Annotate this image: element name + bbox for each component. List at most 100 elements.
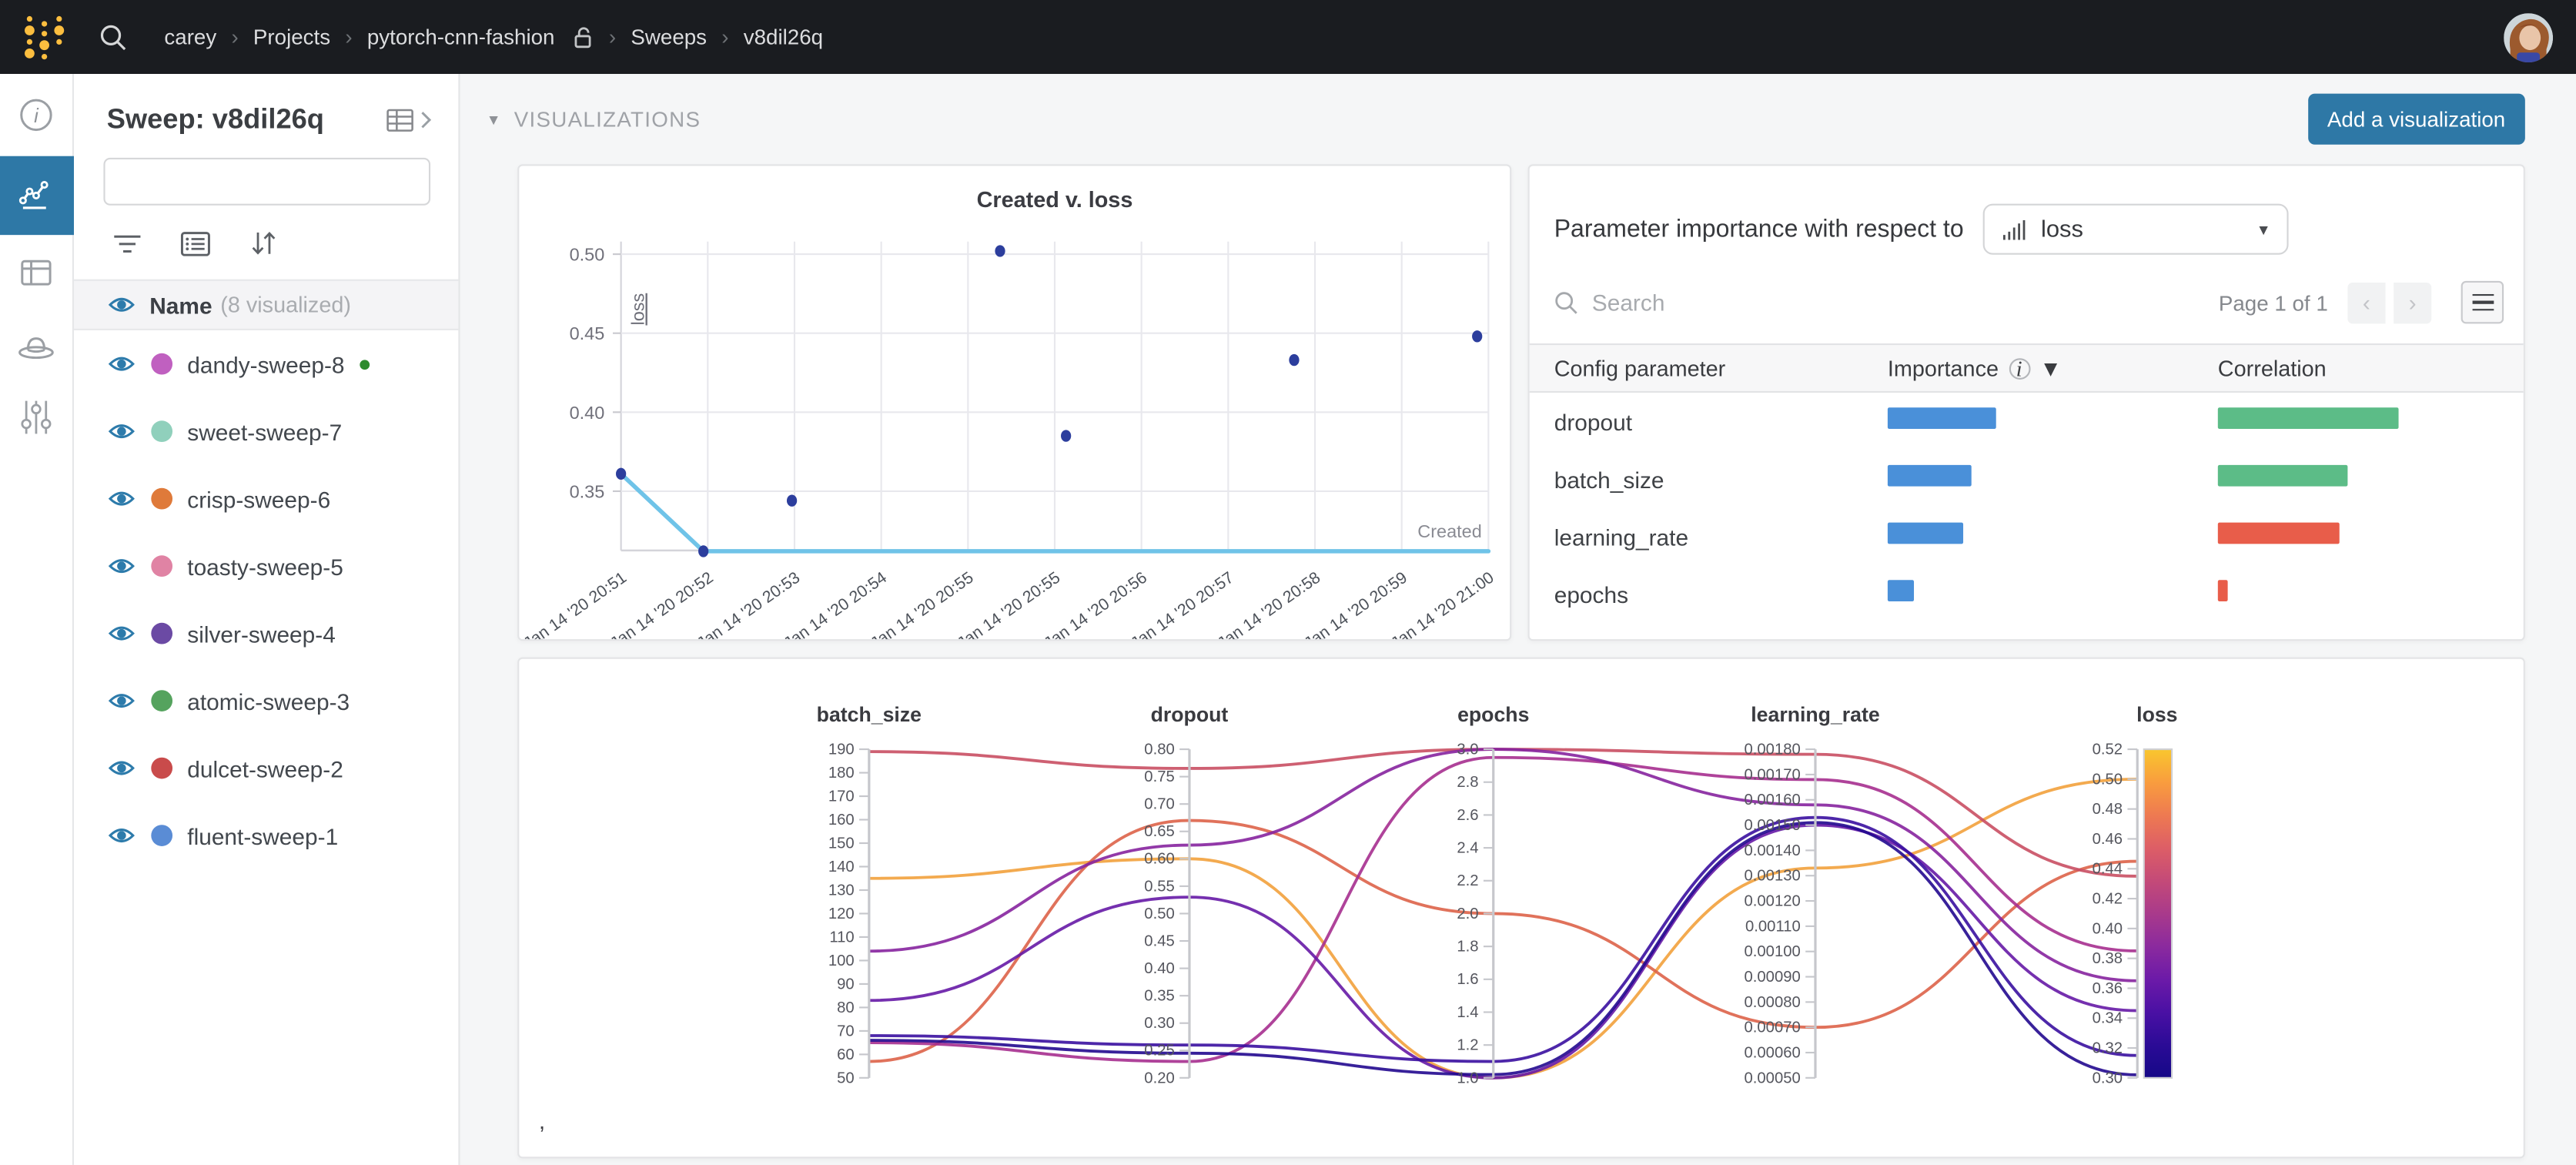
config-parameter-column-header[interactable]: Config parameter [1554,356,1888,380]
run-row[interactable]: dandy-sweep-8 [74,330,458,397]
add-visualization-button[interactable]: Add a visualization [2307,94,2525,145]
axis-tick-label: 0.55 [1144,878,1174,895]
axis-tick-label: 0.30 [1144,1015,1174,1032]
axis-tick-label: 60 [837,1046,855,1063]
open-table-button[interactable] [386,108,432,132]
breadcrumb-entity[interactable]: carey [164,25,216,49]
name-column-label: Name [149,292,212,318]
sliders-icon [16,396,55,438]
breadcrumb-separator: › [231,25,238,49]
scatter-point [1289,354,1299,366]
breadcrumb-separator: › [345,25,352,49]
breadcrumb-project[interactable]: pytorch-cnn-fashion [367,25,555,49]
hyperparameters-tab[interactable] [0,380,73,455]
axis-tick-label: 0.45 [1144,932,1174,949]
run-name[interactable]: fluent-sweep-1 [187,822,338,849]
eye-icon[interactable] [109,624,135,642]
breadcrumb-sweeps[interactable]: Sweeps [631,25,707,49]
axis-tick-label: 0.50 [2093,771,2123,788]
run-name[interactable]: toasty-sweep-5 [187,553,343,579]
collapse-section-icon[interactable]: ▼ [487,111,501,127]
top-navbar: carey › Projects › pytorch-cnn-fashion ›… [0,0,2576,74]
breadcrumb-projects[interactable]: Projects [253,25,330,49]
axis-learning_rate: learning_rate0.001800.001700.001600.0015… [1745,703,1880,1086]
run-row[interactable]: silver-sweep-4 [74,600,458,667]
filter-runs-button[interactable] [113,233,141,254]
correlation-column-header[interactable]: Correlation [2218,356,2524,380]
next-page-button[interactable]: › [2394,282,2431,323]
importance-table-header: Config parameter Importance i ▼ Correlat… [1530,343,2524,393]
run-row[interactable]: dulcet-sweep-2 [74,735,458,802]
axis-tick-label: 0.65 [1144,823,1174,840]
filter-icon [113,233,141,254]
axis-tick-label: 0.00050 [1745,1070,1801,1086]
run-name[interactable]: sweet-sweep-7 [187,418,342,444]
axis-tick-label: 0.52 [2093,741,2123,758]
run-row[interactable]: sweet-sweep-7 [74,397,458,464]
correlation-bar [2218,579,2228,601]
axis-tick-label: 170 [828,788,855,805]
runs-search-input[interactable] [130,169,420,194]
group-runs-button[interactable] [181,231,210,256]
run-name[interactable]: atomic-sweep-3 [187,688,350,714]
eye-icon[interactable] [109,422,135,440]
parallel-coordinates-chart[interactable]: batch_size190180170160150140130120110100… [519,659,2523,1157]
overview-tab[interactable]: i [0,77,73,152]
previous-page-button[interactable]: ‹ [2347,282,2385,323]
metric-select[interactable]: loss ▼ [1983,204,2289,255]
importance-bar [1888,464,1972,486]
axis-tick-label: 0.00120 [1745,892,1801,909]
runs-name-header[interactable]: Name (8 visualized) [74,280,458,330]
panel-menu-button[interactable] [2461,281,2504,323]
axis-tick-label: 0.00170 [1745,766,1801,783]
search-icon[interactable] [99,22,128,52]
axis-tick-label: 0.30 [2093,1070,2123,1086]
avatar[interactable] [2504,12,2553,62]
parallel-coordinates-panel: batch_size190180170160150140130120110100… [517,658,2525,1159]
sort-runs-button[interactable] [249,230,277,256]
axis-dropout: dropout0.800.750.700.650.600.550.500.450… [1144,703,1228,1086]
loss-colorbar [2144,749,2172,1078]
importance-row[interactable]: batch_size [1530,450,2524,508]
correlation-bar [2218,464,2348,486]
axis-batch_size: batch_size190180170160150140130120110100… [817,703,922,1086]
importance-row[interactable]: dropout [1530,393,2524,450]
eye-icon[interactable] [109,355,135,373]
eye-icon[interactable] [109,557,135,574]
run-row[interactable]: fluent-sweep-1 [74,802,458,869]
run-name[interactable]: silver-sweep-4 [187,621,336,647]
eye-icon[interactable] [109,691,135,709]
breadcrumb-sweep-id[interactable]: v8dil26q [744,25,823,49]
created-vs-loss-chart[interactable]: Created v. loss0.350.400.450.50lossCreat… [519,166,1510,640]
run-row[interactable]: crisp-sweep-6 [74,465,458,532]
table-icon [386,108,415,132]
run-color-dot [151,758,172,779]
eye-icon[interactable] [109,759,135,777]
axis-tick-label: 0.00150 [1745,817,1801,834]
run-name[interactable]: dandy-sweep-8 [187,351,344,377]
run-row[interactable]: atomic-sweep-3 [74,667,458,734]
y-tick-label: 0.45 [570,323,605,343]
unlock-icon [573,25,594,49]
eye-icon[interactable] [109,296,135,313]
axis-tick-label: 0.36 [2093,980,2123,997]
eye-icon[interactable] [109,490,135,507]
correlation-bar [2218,407,2399,428]
run-color-dot [151,555,172,577]
sweeps-tab[interactable] [0,310,73,386]
charts-tab[interactable] [0,156,73,235]
wandb-logo-icon[interactable] [20,11,69,63]
axis-tick-label: 0.75 [1144,768,1174,785]
table-tab[interactable] [0,235,73,310]
importance-column-header[interactable]: Importance i ▼ [1888,356,2218,380]
eye-icon[interactable] [109,826,135,844]
importance-row[interactable]: epochs [1530,565,2524,623]
run-list: dandy-sweep-8 sweet-sweep-7 crisp-sweep-6 t… [74,330,458,869]
importance-row[interactable]: learning_rate [1530,507,2524,565]
run-name[interactable]: dulcet-sweep-2 [187,755,343,782]
run-row[interactable]: toasty-sweep-5 [74,532,458,599]
run-name[interactable]: crisp-sweep-6 [187,486,330,512]
axis-tick-label: 1.8 [1457,939,1478,956]
x-tick-labels: Jan 14 '20 20:51Jan 14 '20 20:52Jan 14 '… [520,568,1497,639]
importance-search-input[interactable] [1592,290,1888,316]
